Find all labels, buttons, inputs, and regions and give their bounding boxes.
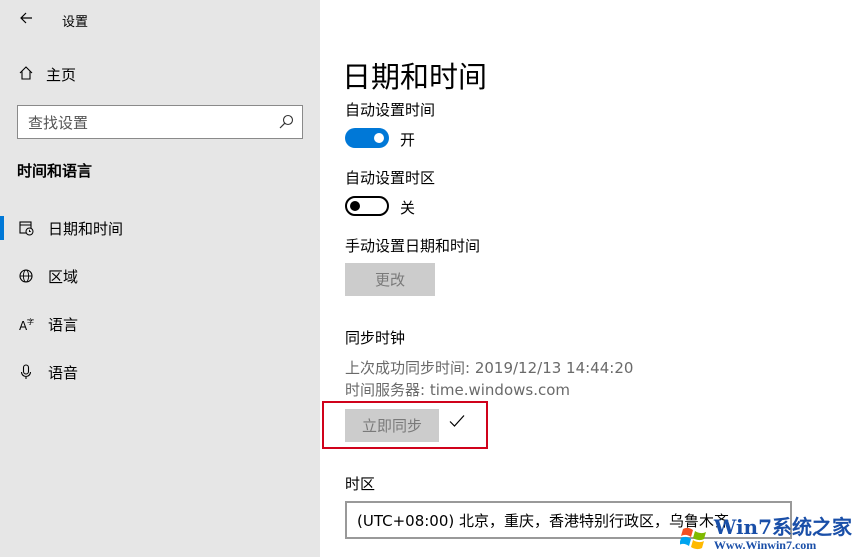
auto-time-label: 自动设置时间 [345,101,436,119]
sidebar-item-speech[interactable]: 语音 [0,352,320,392]
search-icon[interactable] [278,114,294,130]
auto-timezone-label: 自动设置时区 [345,169,436,187]
page-title: 日期和时间 [342,60,488,94]
home-icon [18,65,34,85]
sidebar-item-label: 日期和时间 [48,219,124,238]
toggle-knob [350,201,360,211]
auto-time-state: 开 [400,131,416,149]
auto-timezone-toggle[interactable] [345,196,389,216]
sidebar-item-label: 语言 [48,315,79,334]
timezone-label: 时区 [345,475,376,493]
checkmark-icon [449,413,465,432]
calendar-clock-icon [18,220,34,236]
sidebar-item-region[interactable]: 区域 [0,256,320,296]
sidebar-item-date-time[interactable]: 日期和时间 [0,208,320,248]
microphone-icon [18,364,34,380]
watermark-brand: Win7系统之家 [713,515,852,539]
manual-datetime-label: 手动设置日期和时间 [345,237,481,255]
auto-time-toggle[interactable] [345,128,389,148]
language-icon: A字 [18,316,34,332]
watermark: Win7系统之家 Www.Winwin7.com [678,516,852,553]
toggle-knob [374,133,384,143]
auto-timezone-state: 关 [400,199,416,217]
back-arrow-icon[interactable] [18,10,38,26]
time-server-text: 时间服务器: time.windows.com [345,381,571,399]
window-title: 设置 [62,15,89,30]
sidebar-item-label: 语音 [48,363,79,382]
watermark-text: Win7系统之家 Www.Winwin7.com [714,516,852,553]
sync-clock-label: 同步时钟 [345,329,406,347]
windows-logo-icon [678,523,710,553]
globe-icon [18,268,34,284]
home-label: 主页 [46,66,77,84]
change-button[interactable]: 更改 [345,263,435,296]
sync-now-button[interactable]: 立即同步 [345,409,439,442]
search-input[interactable]: 查找设置 [17,105,303,139]
active-indicator [0,216,4,240]
timezone-value: (UTC+08:00) 北京，重庆，香港特别行政区，乌鲁木齐 [357,511,730,530]
section-title: 时间和语言 [17,162,93,180]
last-sync-text: 上次成功同步时间: 2019/12/13 14:44:20 [345,359,634,377]
watermark-url: Www.Winwin7.com [713,538,817,552]
svg-text:字: 字 [27,317,34,326]
search-placeholder: 查找设置 [28,113,89,132]
home-link[interactable]: 主页 [18,64,76,85]
sidebar-item-language[interactable]: A字 语言 [0,304,320,344]
sidebar-item-label: 区域 [48,267,79,286]
